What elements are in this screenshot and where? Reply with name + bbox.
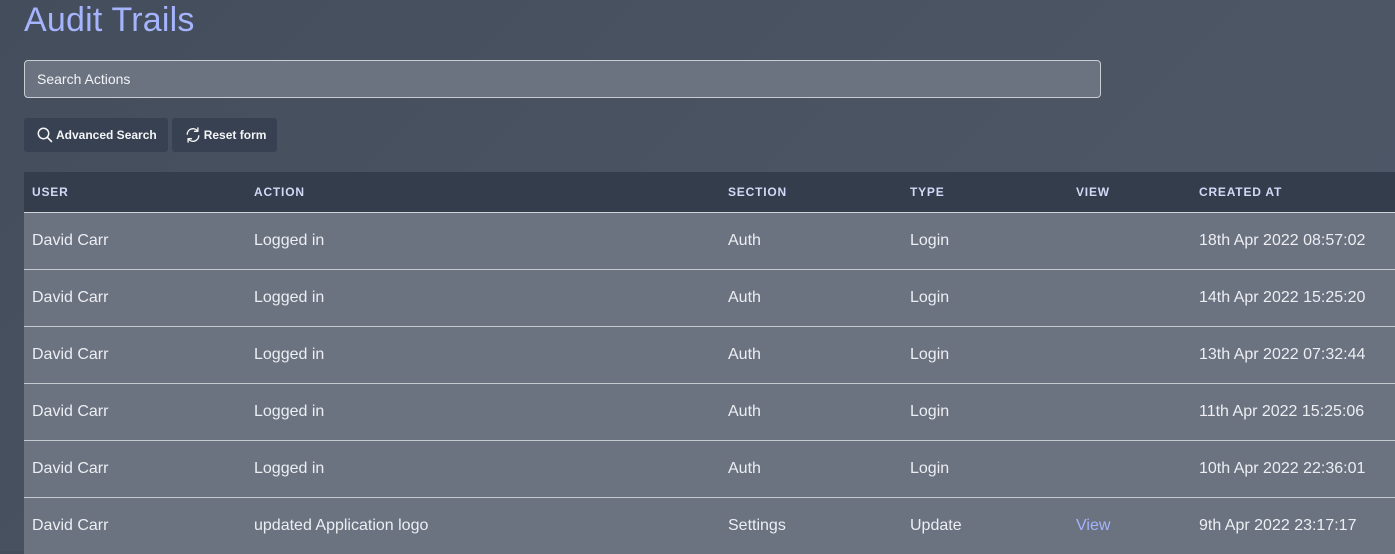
cell-created-at: 18th Apr 2022 08:57:02 [1191,213,1395,270]
view-link[interactable]: View [1076,517,1110,534]
table-body: David Carr Logged in Auth Login 18th Apr… [24,213,1395,554]
cell-view [1068,270,1191,327]
search-input[interactable] [24,60,1101,98]
cell-created-at: 9th Apr 2022 23:17:17 [1191,498,1395,554]
cell-section: Auth [720,270,902,327]
table-row: David Carr Logged in Auth Login 14th Apr… [24,270,1395,327]
cell-view [1068,384,1191,441]
column-header-view: VIEW [1068,172,1191,213]
cell-type: Login [902,270,1068,327]
cell-created-at: 14th Apr 2022 15:25:20 [1191,270,1395,327]
cell-user: David Carr [24,327,246,384]
cell-section: Auth [720,327,902,384]
cell-section: Auth [720,213,902,270]
column-header-section: SECTION [720,172,902,213]
cell-created-at: 13th Apr 2022 07:32:44 [1191,327,1395,384]
refresh-icon [184,126,202,144]
page-title: Audit Trails [24,0,195,40]
table-row: David Carr updated Application logo Sett… [24,498,1395,554]
cell-action: Logged in [246,384,720,441]
cell-type: Update [902,498,1068,554]
audit-trail-table: USER ACTION SECTION TYPE VIEW CREATED AT… [24,172,1395,554]
cell-type: Login [902,384,1068,441]
column-header-created-at: CREATED AT [1191,172,1395,213]
cell-user: David Carr [24,441,246,498]
search-icon [36,126,54,144]
cell-user: David Carr [24,213,246,270]
cell-type: Login [902,441,1068,498]
search-bar [24,60,1101,98]
cell-section: Settings [720,498,902,554]
cell-type: Login [902,327,1068,384]
cell-view [1068,441,1191,498]
cell-type: Login [902,213,1068,270]
cell-view: View [1068,498,1191,554]
cell-action: Logged in [246,270,720,327]
reset-form-label: Reset form [204,128,267,142]
advanced-search-button[interactable]: Advanced Search [24,118,168,152]
cell-user: David Carr [24,384,246,441]
cell-created-at: 10th Apr 2022 22:36:01 [1191,441,1395,498]
cell-user: David Carr [24,270,246,327]
column-header-type: TYPE [902,172,1068,213]
cell-user: David Carr [24,498,246,554]
column-header-action: ACTION [246,172,720,213]
cell-action: Logged in [246,213,720,270]
cell-view [1068,213,1191,270]
cell-section: Auth [720,384,902,441]
cell-action: Logged in [246,441,720,498]
action-buttons: Advanced Search Reset form [24,118,277,152]
cell-action: updated Application logo [246,498,720,554]
table-row: David Carr Logged in Auth Login 18th Apr… [24,213,1395,270]
advanced-search-label: Advanced Search [56,128,157,142]
column-header-user: USER [24,172,246,213]
table-header: USER ACTION SECTION TYPE VIEW CREATED AT [24,172,1395,213]
table-row: David Carr Logged in Auth Login 13th Apr… [24,327,1395,384]
cell-action: Logged in [246,327,720,384]
table-header-row: USER ACTION SECTION TYPE VIEW CREATED AT [24,172,1395,213]
table-row: David Carr Logged in Auth Login 11th Apr… [24,384,1395,441]
table-row: David Carr Logged in Auth Login 10th Apr… [24,441,1395,498]
cell-created-at: 11th Apr 2022 15:25:06 [1191,384,1395,441]
cell-view [1068,327,1191,384]
reset-form-button[interactable]: Reset form [172,118,278,152]
cell-section: Auth [720,441,902,498]
